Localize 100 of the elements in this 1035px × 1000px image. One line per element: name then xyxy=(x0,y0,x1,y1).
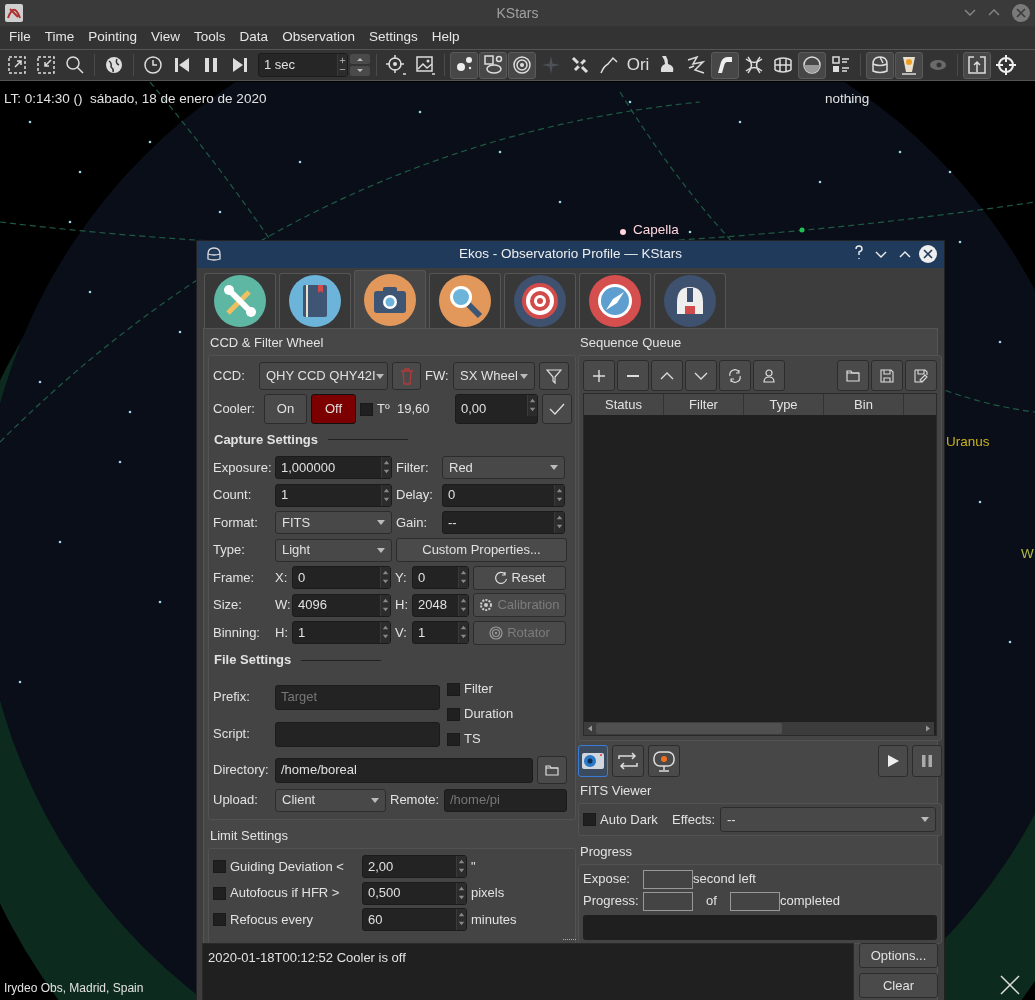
custom-properties-button[interactable]: Custom Properties... xyxy=(396,538,567,562)
toolbar-button[interactable] xyxy=(479,51,507,79)
gain-field[interactable]: -- xyxy=(442,511,565,534)
limit-field[interactable]: 2,00 xyxy=(362,855,467,878)
toolbar-button[interactable] xyxy=(508,51,536,79)
number-field[interactable]: 0 xyxy=(292,566,391,589)
filter-wheel-dropdown[interactable]: SX Wheel xyxy=(453,362,535,390)
toolbar-button[interactable] xyxy=(711,51,739,79)
view-mode-button[interactable] xyxy=(578,745,608,777)
checkbox[interactable] xyxy=(360,402,373,416)
checkbox[interactable] xyxy=(213,860,226,873)
time-step-field[interactable]: 1 sec xyxy=(258,53,348,77)
apply-button[interactable] xyxy=(542,394,572,424)
column-header[interactable]: Filter xyxy=(664,394,744,415)
checkbox[interactable] xyxy=(447,707,460,721)
remote-field[interactable]: /home/pi xyxy=(444,788,567,812)
tab[interactable] xyxy=(204,273,276,328)
menu-item[interactable]: Data xyxy=(232,27,276,48)
tab[interactable] xyxy=(654,273,726,328)
count-field[interactable]: 1 xyxy=(275,483,392,507)
queue-toolbar-button[interactable] xyxy=(583,360,615,391)
number-field[interactable]: 4096 xyxy=(292,593,391,617)
directory-field[interactable]: /home/boreal xyxy=(275,757,533,783)
view-mode-button[interactable] xyxy=(648,745,680,777)
spin-arrows-icon[interactable] xyxy=(381,457,391,478)
spin-arrows-icon[interactable] xyxy=(456,909,466,930)
spin-arrows-icon[interactable] xyxy=(458,622,468,643)
menu-item[interactable]: Tools xyxy=(187,27,233,48)
limit-field[interactable]: 60 xyxy=(362,908,467,931)
toolbar-button[interactable] xyxy=(450,51,478,79)
checkbox[interactable] xyxy=(583,813,596,826)
spin-arrows-icon[interactable] xyxy=(380,567,390,588)
delay-field[interactable]: 0 xyxy=(442,483,565,507)
tab[interactable] xyxy=(429,273,501,328)
menu-item[interactable]: View xyxy=(144,27,188,48)
queue-toolbar-button[interactable] xyxy=(685,360,717,391)
queue-toolbar-button[interactable] xyxy=(905,360,937,391)
cooler-off-button[interactable]: Off xyxy=(311,394,356,424)
step-arrows-icon[interactable] xyxy=(349,53,371,77)
browse-button[interactable] xyxy=(537,756,567,784)
view-mode-button[interactable] xyxy=(612,745,644,777)
number-field[interactable]: 1 xyxy=(292,621,391,644)
column-header[interactable]: Bin xyxy=(824,394,904,415)
toolbar-button[interactable]: Ori xyxy=(624,51,652,79)
spin-arrows-icon[interactable] xyxy=(554,512,564,533)
target-temperature-field[interactable]: 0,00 xyxy=(455,394,538,424)
limit-field[interactable]: 0,500 xyxy=(362,881,467,905)
spin-arrows-icon[interactable] xyxy=(458,594,468,616)
effects-dropdown[interactable]: -- xyxy=(720,807,936,832)
queue-toolbar-button[interactable] xyxy=(651,360,683,391)
pause-button[interactable] xyxy=(912,745,942,777)
queue-toolbar-button[interactable] xyxy=(617,360,649,391)
checkbox[interactable] xyxy=(447,732,460,746)
number-field[interactable]: 2048 xyxy=(412,593,469,617)
filter-settings-button[interactable] xyxy=(539,362,569,390)
log-action-button[interactable]: Options... xyxy=(859,943,938,968)
queue-toolbar-button[interactable] xyxy=(837,360,869,391)
start-button[interactable] xyxy=(878,745,908,777)
checkbox[interactable] xyxy=(447,682,460,696)
menu-item[interactable]: Help xyxy=(424,27,467,48)
spin-arrows-icon[interactable] xyxy=(456,856,466,877)
ccd-dropdown[interactable]: QHY CCD QHY42I xyxy=(259,362,388,390)
queue-toolbar-button[interactable] xyxy=(719,360,751,391)
menu-item[interactable]: Settings xyxy=(361,27,425,48)
tab[interactable] xyxy=(279,273,351,328)
checkbox[interactable] xyxy=(213,913,226,926)
queue-toolbar-button[interactable] xyxy=(753,360,785,391)
tab[interactable] xyxy=(354,270,426,328)
spin-arrows-icon[interactable] xyxy=(380,622,390,643)
script-field[interactable] xyxy=(275,721,440,747)
toolbar-button[interactable] xyxy=(895,51,923,79)
menu-item[interactable]: Observation xyxy=(275,27,362,48)
spin-arrows-icon[interactable] xyxy=(527,395,537,416)
tab[interactable] xyxy=(504,273,576,328)
close-icon[interactable] xyxy=(999,974,1021,996)
number-field[interactable]: 0 xyxy=(412,566,469,589)
log-action-button[interactable]: Clear xyxy=(859,973,938,998)
spin-arrows-icon[interactable] xyxy=(381,484,391,506)
type-dropdown[interactable]: Light xyxy=(275,538,392,562)
toolbar-button[interactable] xyxy=(963,51,991,79)
tab[interactable] xyxy=(579,273,651,328)
upload-dropdown[interactable]: Client xyxy=(275,788,386,812)
toolbar-button[interactable] xyxy=(798,51,826,79)
format-dropdown[interactable]: FITS xyxy=(275,511,392,534)
column-header[interactable]: Type xyxy=(744,394,824,415)
menu-item[interactable]: Pointing xyxy=(81,27,145,48)
column-header[interactable]: Status xyxy=(584,394,664,415)
spin-arrows-icon[interactable] xyxy=(456,882,466,904)
spin-arrows-icon[interactable] xyxy=(458,567,468,588)
menu-item[interactable]: Time xyxy=(37,27,82,48)
queue-toolbar-button[interactable] xyxy=(871,360,903,391)
frame-action-button[interactable]: Reset xyxy=(473,565,566,590)
number-field[interactable]: 1 xyxy=(412,621,469,644)
prefix-field[interactable]: Target xyxy=(275,684,440,710)
spin-arrows-icon[interactable] xyxy=(380,594,390,616)
toolbar-button[interactable] xyxy=(866,51,894,79)
checkbox[interactable] xyxy=(213,886,226,900)
exposure-field[interactable]: 1,000000 xyxy=(275,456,392,479)
filter-dropdown[interactable]: Red xyxy=(442,456,565,479)
spin-arrows-icon[interactable] xyxy=(554,484,564,506)
